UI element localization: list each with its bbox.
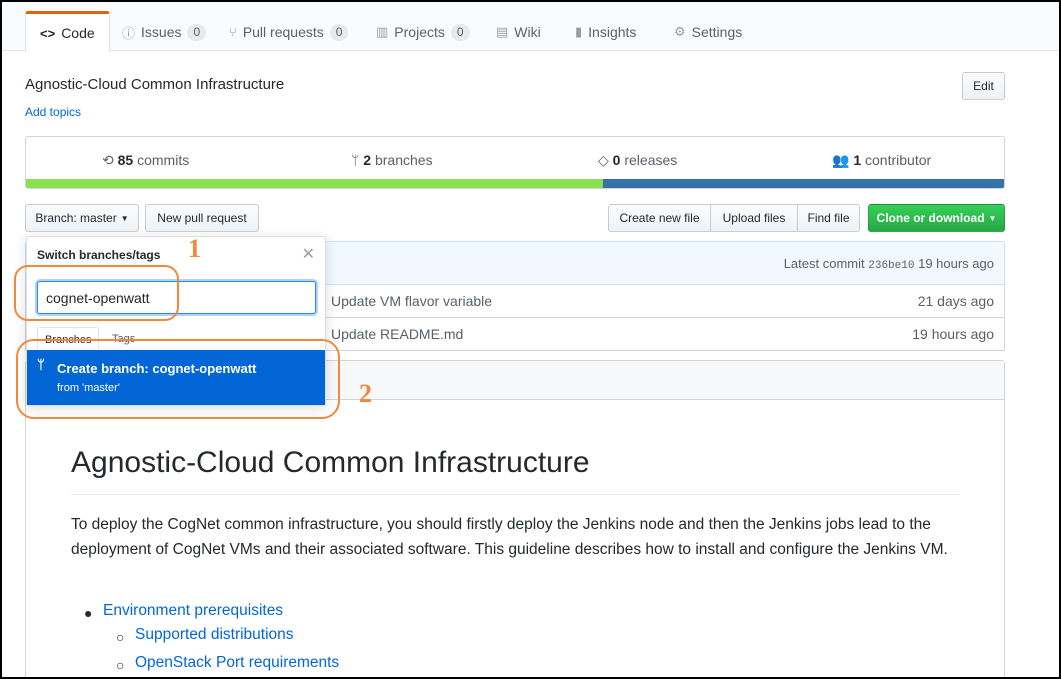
latest-commit-label: Latest commit — [783, 256, 865, 271]
caret-down-icon: ▼ — [120, 213, 129, 223]
annotation-number-2: 2 — [359, 379, 372, 408]
file-commit-message[interactable]: Update README.md — [331, 326, 463, 342]
tab-pull-requests[interactable]: ⑂ Pull requests 0 — [229, 12, 349, 52]
tab-code[interactable]: <> Code — [25, 11, 110, 52]
tab-label: Projects — [394, 24, 445, 40]
readme-paragraph: To deploy the CogNet common infrastructu… — [71, 516, 948, 558]
tab-label: Code — [61, 25, 95, 41]
tab-insights[interactable]: ▮ Insights — [575, 12, 636, 52]
create-new-file-button[interactable]: Create new file — [608, 204, 711, 232]
file-commit-message[interactable]: Update VM flavor variable — [331, 293, 492, 309]
project-icon: ▥ — [376, 24, 389, 39]
bullet-icon: ○ — [116, 657, 125, 673]
contributors-count: 1 — [853, 152, 862, 168]
commit-time: 19 hours ago — [918, 256, 994, 271]
edit-button[interactable]: Edit — [962, 72, 1005, 100]
branch-select-button[interactable]: Branch: master ▼ — [25, 204, 139, 232]
code-icon: <> — [40, 25, 56, 41]
language-bar-segment[interactable] — [603, 179, 1004, 188]
tab-label: Settings — [691, 24, 743, 40]
gear-icon: ⚙ — [674, 24, 686, 39]
readme-title: Agnostic-Cloud Common Infrastructure — [71, 446, 590, 479]
clone-or-download-button[interactable]: Clone or download ▼ — [868, 204, 1005, 232]
commit-sha[interactable]: 236be10 — [868, 260, 914, 272]
tab-projects[interactable]: ▥ Projects 0 — [376, 12, 470, 52]
new-pull-request-button[interactable]: New pull request — [145, 204, 259, 232]
pull-request-icon: ⑂ — [229, 24, 237, 40]
commits-count: 85 — [117, 152, 134, 168]
contributors-label: contributor — [865, 152, 932, 168]
people-icon: 👥 — [832, 152, 850, 168]
caret-down-icon: ▼ — [988, 213, 997, 223]
language-bar[interactable] — [26, 179, 1004, 188]
graph-icon: ▮ — [575, 24, 583, 39]
repo-description: Agnostic-Cloud Common Infrastructure — [25, 76, 285, 93]
readme-divider — [71, 494, 960, 495]
toc-link[interactable]: Supported distributions — [135, 626, 294, 644]
bullet-icon: ● — [84, 605, 93, 621]
releases-link[interactable]: ◇ 0 releases — [598, 152, 677, 169]
toc-link[interactable]: Environment prerequisites — [103, 602, 283, 620]
annotation-outline-2 — [16, 339, 340, 419]
dropdown-title: Switch branches/tags — [37, 248, 161, 262]
tab-label: Insights — [588, 24, 637, 40]
browser-frame: <> Code ⓘ Issues 0 ⑂ Pull requests 0 ▥ P… — [2, 2, 1059, 677]
repo-nav: <> Code ⓘ Issues 0 ⑂ Pull requests 0 ▥ P… — [2, 2, 1059, 52]
branches-link[interactable]: ᛘ 2 branches — [351, 152, 433, 168]
releases-count: 0 — [612, 152, 621, 168]
branches-label: branches — [374, 152, 433, 168]
latest-commit-info: Latest commit 236be10 19 hours ago — [784, 256, 994, 272]
tab-label: Pull requests — [242, 24, 324, 40]
repo-summary: ⟲ 85 commits ᛘ 2 branches ◇ 0 releases 👥… — [25, 136, 1005, 189]
commits-link[interactable]: ⟲ 85 commits — [102, 152, 189, 169]
close-icon[interactable]: ✕ — [302, 244, 315, 264]
clone-label: Clone or download — [876, 211, 985, 225]
tab-label: Issues — [141, 24, 182, 40]
issues-counter: 0 — [187, 23, 207, 41]
bullet-icon: ○ — [116, 629, 125, 645]
book-icon: ▤ — [496, 24, 509, 39]
add-topics-link[interactable]: Add topics — [25, 105, 81, 119]
tag-icon: ◇ — [598, 152, 609, 168]
file-age: 19 hours ago — [912, 326, 994, 342]
history-icon: ⟲ — [102, 152, 114, 168]
commits-label: commits — [137, 152, 190, 168]
releases-label: releases — [624, 152, 678, 168]
pull-requests-counter: 0 — [329, 23, 349, 41]
branch-select-label: Branch: master — [35, 211, 117, 225]
toc-link[interactable]: OpenStack Port requirements — [135, 654, 339, 672]
annotation-outline-1 — [14, 265, 179, 321]
language-bar-segment[interactable] — [26, 179, 604, 188]
file-age: 21 days ago — [917, 293, 994, 309]
branches-count: 2 — [363, 152, 372, 168]
tab-label: Wiki — [514, 24, 541, 40]
upload-files-button[interactable]: Upload files — [710, 204, 798, 232]
tab-wiki[interactable]: ▤ Wiki — [496, 12, 541, 52]
find-file-button[interactable]: Find file — [797, 204, 860, 232]
annotation-number-1: 1 — [188, 234, 201, 263]
projects-counter: 0 — [450, 23, 470, 41]
tab-settings[interactable]: ⚙ Settings — [674, 12, 742, 52]
issue-icon: ⓘ — [122, 25, 136, 41]
tab-issues[interactable]: ⓘ Issues 0 — [122, 12, 207, 52]
contributors-link[interactable]: 👥 1 contributor — [832, 152, 931, 169]
branch-icon: ᛘ — [351, 152, 360, 168]
